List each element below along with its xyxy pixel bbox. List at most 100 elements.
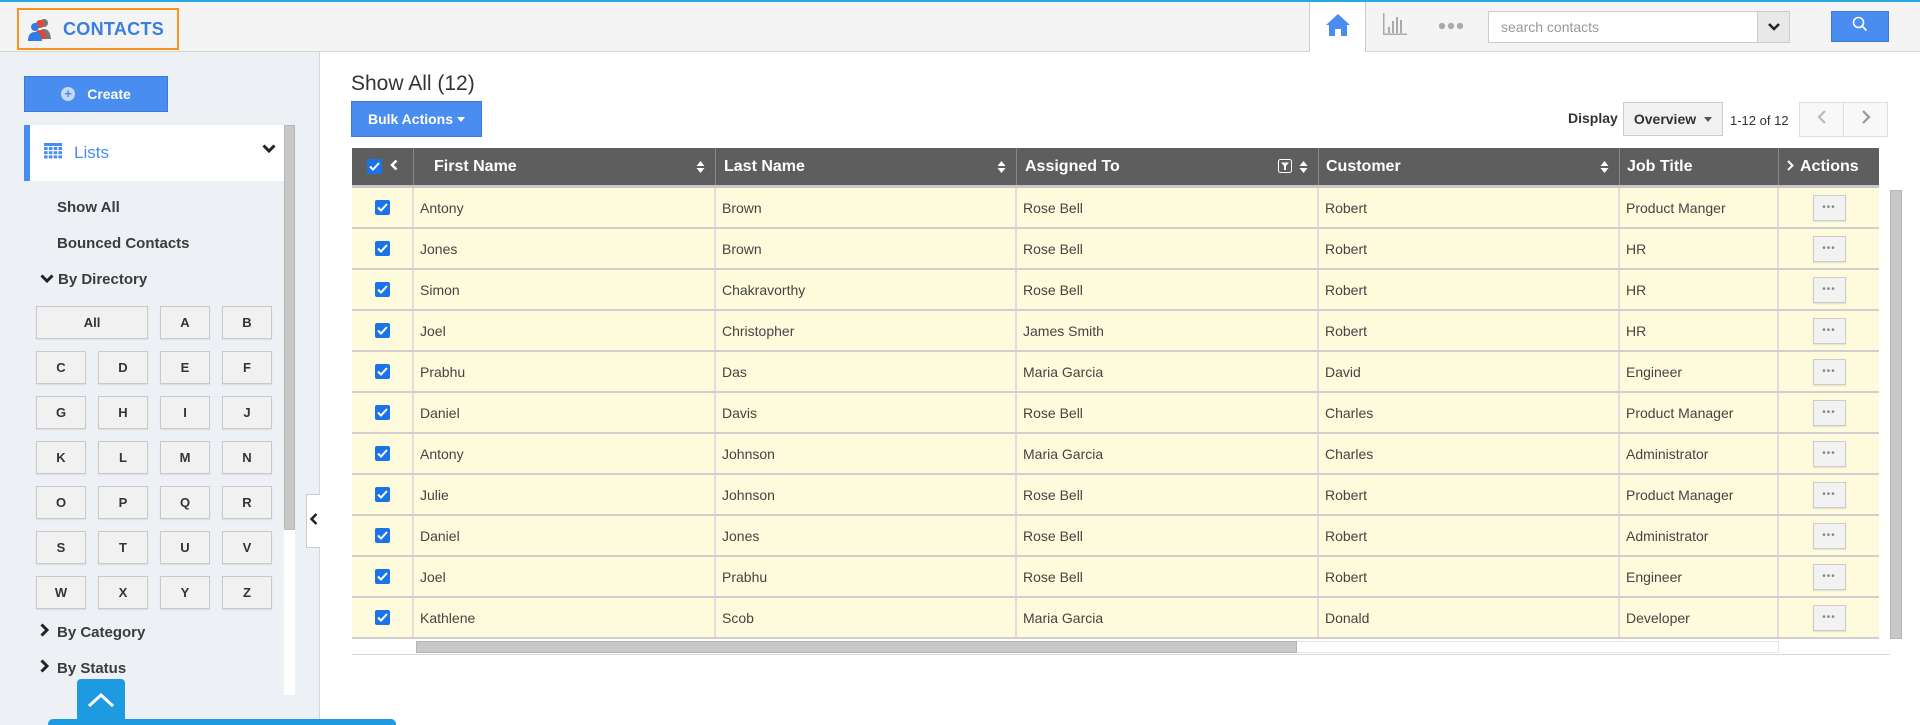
table-row[interactable]: Kathlene Scob Maria Garcia Donald Developer •… xyxy=(352,598,1879,639)
letter-filter[interactable]: I xyxy=(160,396,210,429)
letter-filter[interactable]: D xyxy=(98,351,148,384)
letter-filter[interactable]: Q xyxy=(160,486,210,519)
sort-icon[interactable] xyxy=(1299,160,1308,179)
row-checkbox[interactable] xyxy=(374,241,390,256)
row-actions-button[interactable]: ••• xyxy=(1812,481,1846,508)
collapse-columns-chevron-left-icon[interactable] xyxy=(390,158,398,176)
letter-filter[interactable]: Y xyxy=(160,576,210,609)
row-checkbox[interactable] xyxy=(374,569,390,584)
row-checkbox[interactable] xyxy=(374,200,390,215)
letter-filter[interactable]: M xyxy=(160,441,210,474)
table-row[interactable]: Prabhu Das Maria Garcia David Engineer ••• xyxy=(352,352,1879,393)
table-row[interactable]: Antony Brown Rose Bell Robert Product Manger… xyxy=(352,188,1879,229)
letter-filter[interactable]: T xyxy=(98,531,148,564)
letter-filter[interactable]: C xyxy=(36,351,86,384)
letter-filter[interactable]: J xyxy=(222,396,272,429)
letter-filter[interactable]: O xyxy=(36,486,86,519)
row-actions-button[interactable]: ••• xyxy=(1812,317,1846,344)
row-checkbox[interactable] xyxy=(374,610,390,625)
previous-page-button[interactable] xyxy=(1799,102,1844,137)
row-checkbox[interactable] xyxy=(374,405,390,420)
table-row[interactable]: Daniel Jones Rose Bell Robert Administrator •… xyxy=(352,516,1879,557)
row-checkbox[interactable] xyxy=(374,446,390,461)
display-mode-select[interactable]: Overview xyxy=(1623,102,1723,136)
column-header-first-name[interactable]: First Name xyxy=(414,148,716,185)
search-input[interactable] xyxy=(1489,12,1757,42)
row-actions-button[interactable]: ••• xyxy=(1812,399,1846,426)
row-checkbox[interactable] xyxy=(374,282,390,297)
table-row[interactable]: Joel Christopher James Smith Robert HR ••• xyxy=(352,311,1879,352)
column-header-assigned-to[interactable]: Assigned To xyxy=(1017,148,1319,185)
next-page-button[interactable] xyxy=(1843,102,1888,137)
letter-filter[interactable]: X xyxy=(98,576,148,609)
search-button[interactable] xyxy=(1831,11,1889,42)
row-actions-button[interactable]: ••• xyxy=(1812,358,1846,385)
sort-icon[interactable] xyxy=(997,160,1006,179)
sort-icon[interactable] xyxy=(696,160,705,179)
sidebar-item-show-all[interactable]: Show All xyxy=(57,199,120,216)
row-checkbox[interactable] xyxy=(374,323,390,338)
column-header-actions[interactable]: Actions xyxy=(1779,148,1879,185)
cell-first-name: Antony xyxy=(414,434,716,473)
letter-filter[interactable]: P xyxy=(98,486,148,519)
letter-filter-all[interactable]: All xyxy=(36,306,148,339)
row-actions-button[interactable]: ••• xyxy=(1812,604,1846,631)
row-checkbox[interactable] xyxy=(374,487,390,502)
cell-actions: ••• xyxy=(1779,188,1879,227)
column-header-job-title[interactable]: Job Title xyxy=(1620,148,1779,185)
row-actions-button[interactable]: ••• xyxy=(1812,235,1846,262)
letter-filter[interactable]: A xyxy=(160,306,210,339)
column-header-customer[interactable]: Customer xyxy=(1319,148,1620,185)
more-button[interactable] xyxy=(1433,10,1469,42)
by-category-toggle[interactable]: By Category xyxy=(40,623,145,641)
row-actions-button[interactable]: ••• xyxy=(1812,440,1846,467)
letter-filter[interactable]: U xyxy=(160,531,210,564)
letter-filter[interactable]: H xyxy=(98,396,148,429)
reports-button[interactable] xyxy=(1380,10,1410,42)
table-vertical-scrollbar-thumb[interactable] xyxy=(1890,190,1902,639)
row-actions-button[interactable]: ••• xyxy=(1812,194,1846,221)
chevron-down-icon xyxy=(262,141,276,159)
row-actions-button[interactable]: ••• xyxy=(1812,563,1846,590)
letter-filter[interactable]: K xyxy=(36,441,86,474)
letter-filter[interactable]: V xyxy=(222,531,272,564)
letter-filter[interactable]: B xyxy=(222,306,272,339)
select-all-checkbox[interactable] xyxy=(367,159,382,174)
letter-filter[interactable]: N xyxy=(222,441,272,474)
create-button[interactable]: + Create xyxy=(24,76,168,112)
table-row[interactable]: Julie Johnson Rose Bell Robert Product Manag… xyxy=(352,475,1879,516)
row-actions-button[interactable]: ••• xyxy=(1812,522,1846,549)
table-row[interactable]: Antony Johnson Maria Garcia Charles Administ… xyxy=(352,434,1879,475)
plus-circle-icon: + xyxy=(61,87,76,101)
table-row[interactable]: Joel Prabhu Rose Bell Robert Engineer ••• xyxy=(352,557,1879,598)
column-header-last-name[interactable]: Last Name xyxy=(716,148,1017,185)
row-actions-button[interactable]: ••• xyxy=(1812,276,1846,303)
row-checkbox[interactable] xyxy=(374,528,390,543)
table-row[interactable]: Daniel Davis Rose Bell Charles Product Manag… xyxy=(352,393,1879,434)
letter-filter[interactable]: L xyxy=(98,441,148,474)
letter-filter[interactable]: W xyxy=(36,576,86,609)
bottom-panel-bar[interactable] xyxy=(48,719,396,725)
letter-filter[interactable]: G xyxy=(36,396,86,429)
lists-section-header[interactable]: Lists xyxy=(24,125,284,181)
filter-icon[interactable] xyxy=(1278,159,1292,178)
table-row[interactable]: Simon Chakravorthy Rose Bell Robert HR ••• xyxy=(352,270,1879,311)
row-checkbox[interactable] xyxy=(374,364,390,379)
letter-filter[interactable]: E xyxy=(160,351,210,384)
by-directory-toggle[interactable]: By Directory xyxy=(40,271,147,288)
sort-icon[interactable] xyxy=(1600,160,1609,179)
sidebar-item-bounced-contacts[interactable]: Bounced Contacts xyxy=(57,235,190,252)
letter-filter[interactable]: Z xyxy=(222,576,272,609)
sidebar-collapse-toggle[interactable] xyxy=(306,494,320,548)
table-row[interactable]: Jones Brown Rose Bell Robert HR ••• xyxy=(352,229,1879,270)
sidebar-scrollbar-thumb[interactable] xyxy=(284,125,295,530)
bulk-actions-button[interactable]: Bulk Actions xyxy=(351,101,482,137)
letter-filter[interactable]: F xyxy=(222,351,272,384)
home-button[interactable] xyxy=(1309,2,1366,52)
letter-filter[interactable]: S xyxy=(36,531,86,564)
search-options-dropdown[interactable] xyxy=(1757,12,1789,42)
table-horizontal-scrollbar-thumb[interactable] xyxy=(416,641,1297,653)
letter-filter[interactable]: R xyxy=(222,486,272,519)
app-logo-link[interactable]: CONTACTS xyxy=(17,8,179,50)
by-status-toggle[interactable]: By Status xyxy=(40,659,126,677)
